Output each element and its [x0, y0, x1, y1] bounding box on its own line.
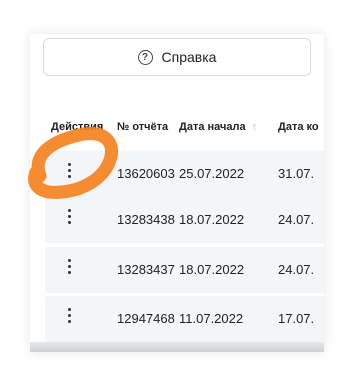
end-date: 17.07. — [278, 311, 315, 326]
column-header-start-date[interactable]: Дата начала ↑ — [179, 121, 257, 133]
end-date: 31.07. — [278, 166, 315, 181]
column-header-end-date[interactable]: Дата ко — [278, 121, 319, 133]
table-row: 13620603 25.07.2022 31.07. — [45, 151, 324, 197]
help-button[interactable]: ? Справка — [43, 38, 311, 76]
start-date: 18.07.2022 — [179, 262, 245, 277]
report-number: 13620603 — [117, 166, 175, 181]
help-button-label: Справка — [161, 49, 217, 65]
table-row: 13283438 18.07.2022 24.07. — [45, 197, 324, 243]
start-date: 11.07.2022 — [179, 311, 244, 326]
report-number: 13283437 — [117, 262, 175, 277]
column-header-start-date-label: Дата начала — [179, 121, 246, 133]
table-row: 13283437 18.07.2022 24.07. — [45, 247, 324, 293]
start-date: 18.07.2022 — [179, 212, 245, 227]
end-date: 24.07. — [278, 212, 315, 227]
row-actions-menu-icon[interactable] — [65, 259, 73, 279]
start-date: 25.07.2022 — [179, 166, 245, 181]
panel-bottom-edge — [30, 342, 324, 352]
row-actions-menu-icon[interactable] — [65, 163, 73, 183]
column-header-report-no[interactable]: № отчёта — [117, 121, 168, 133]
report-number: 13283438 — [117, 212, 175, 227]
reports-panel: ? Справка Действия № отчёта Дата начала ↑… — [30, 34, 324, 352]
column-header-actions: Действия — [51, 121, 104, 133]
report-number: 12947468 — [117, 311, 175, 326]
sort-arrow-icon[interactable]: ↑ — [252, 121, 258, 133]
end-date: 24.07. — [278, 262, 315, 277]
row-actions-menu-icon[interactable] — [65, 209, 73, 229]
row-actions-menu-icon[interactable] — [65, 308, 73, 328]
question-circle-icon: ? — [137, 49, 153, 65]
table-row: 12947468 11.07.2022 17.07. — [45, 296, 324, 342]
